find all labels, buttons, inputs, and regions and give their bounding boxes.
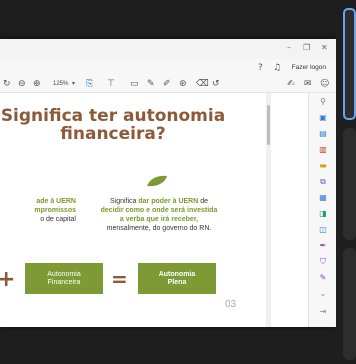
help-icon[interactable]: ?: [258, 63, 263, 73]
mail-icon[interactable]: ✉: [304, 79, 312, 89]
comment-icon[interactable]: ▭: [130, 79, 139, 89]
slide-title: Significa ter autonomia financeira?: [0, 107, 228, 143]
box2-line-1: Autonomia: [158, 271, 196, 278]
right-text-line-1: Significa dar poder à UERN de: [84, 197, 234, 206]
plus-sign: +: [0, 267, 16, 292]
right-column-text: Significa dar poder à UERN de decidir co…: [84, 197, 234, 233]
scan-icon[interactable]: ◨: [318, 209, 328, 219]
toolbar: ? ♫ Fazer logon ↻ ⊖ ⊕ 125% ▾ ⎘ ⊤ ▭ ✎ ✐ ⊛…: [0, 59, 336, 93]
sign-in-link[interactable]: Fazer logon: [292, 64, 326, 71]
zoom-level[interactable]: 125%: [53, 81, 68, 87]
fill-sign-icon[interactable]: ✒: [318, 241, 328, 251]
close-button[interactable]: ✕: [321, 43, 328, 52]
restore-button[interactable]: ❐: [303, 43, 310, 52]
protect-icon[interactable]: ◫: [318, 225, 328, 235]
minimize-button[interactable]: –: [287, 43, 291, 52]
bell-icon[interactable]: ♫: [273, 63, 281, 73]
stamp-icon[interactable]: ⊛: [179, 79, 187, 89]
slide-title-line-1: Significa ter autonomia: [0, 106, 226, 126]
zoom-out-icon[interactable]: ⊖: [18, 79, 26, 89]
rotate-icon[interactable]: ↺: [212, 79, 220, 89]
page-number: 03: [225, 299, 237, 310]
right-text-suffix: de: [198, 198, 209, 205]
autonomia-plena-box: Autonomia Plena: [138, 263, 216, 294]
organize-pages-icon[interactable]: ▦: [318, 193, 328, 203]
box1-line-2: Financeira: [47, 279, 81, 286]
leaf-icon: [147, 175, 167, 187]
pdf-page: Significa ter autonomia financeira? ade …: [0, 93, 266, 327]
more-tools-icon[interactable]: ⌄: [318, 289, 328, 299]
export-pdf-icon[interactable]: ▣: [318, 113, 328, 123]
edit-pdf-icon[interactable]: ▥: [318, 145, 328, 155]
tools-side-panel: ⚲ ▣ ▤ ▥ ▬ ⧉ ▦ ◨ ◫ ✒ ⛉ ✎ ⌄ ⇥: [308, 93, 336, 327]
vertical-scrollbar[interactable]: [266, 93, 271, 327]
create-pdf-icon[interactable]: ▤: [318, 129, 328, 139]
highlight-icon[interactable]: ✎: [147, 79, 155, 89]
comment-tool-icon[interactable]: ▬: [318, 161, 328, 171]
equals-sign: =: [111, 267, 128, 291]
draw-icon[interactable]: ✐: [163, 79, 171, 89]
pdf-viewer-window: – ❐ ✕ ? ♫ Fazer logon ↻ ⊖ ⊕ 125% ▾ ⎘ ⊤ ▭…: [0, 39, 336, 327]
autonomia-financeira-box: Autonomia Financeira: [25, 263, 103, 294]
signature-icon[interactable]: ✎: [318, 273, 328, 283]
shield-icon[interactable]: ⛉: [318, 257, 328, 267]
desktop-card-top[interactable]: [343, 8, 356, 120]
right-text-prefix: Significa: [109, 198, 139, 205]
desktop-card-middle[interactable]: [343, 128, 356, 240]
search-icon[interactable]: ⚲: [318, 97, 328, 107]
collapse-panel-icon[interactable]: ⇥: [318, 307, 328, 317]
left-text-line-1: ade à UERN: [36, 198, 76, 205]
zoom-in-icon[interactable]: ⊕: [33, 79, 41, 89]
right-text-line-4: mensalmente, do governo do RN.: [106, 225, 212, 232]
left-column-text: ade à UERN mpromissos o de capital: [0, 197, 76, 224]
toolbar-bottom-row: ↻ ⊖ ⊕ 125% ▾ ⎘ ⊤ ▭ ✎ ✐ ⊛ ⌫ ↺ ✍ ✉ ☺: [0, 75, 336, 93]
right-text-line-2: decidir como e onde será investida: [100, 207, 218, 214]
toolbar-top-row: ? ♫ Fazer logon: [0, 59, 336, 75]
document-area: Significa ter autonomia financeira? ade …: [0, 93, 271, 327]
box1-line-1: Autonomia: [47, 271, 81, 278]
slide-title-line-2: financeira?: [60, 124, 166, 144]
scroll-mode-icon[interactable]: ⊤: [107, 79, 115, 89]
box2-line-2: Plena: [167, 279, 187, 286]
combine-files-icon[interactable]: ⧉: [318, 177, 328, 187]
title-bar: – ❐ ✕: [0, 39, 336, 59]
zoom-dropdown-icon[interactable]: ▾: [72, 79, 75, 89]
scroll-thumb[interactable]: [267, 105, 270, 145]
sign-icon[interactable]: ✍: [287, 79, 295, 89]
page-fit-icon[interactable]: ⎘: [86, 79, 93, 89]
right-text-line-3: a verba que irá receber,: [119, 216, 199, 223]
left-text-line-2: mpromissos: [34, 207, 76, 214]
account-icon[interactable]: ☺: [320, 79, 329, 89]
desktop-card-bottom[interactable]: [343, 248, 356, 360]
left-text-line-3: o de capital: [40, 216, 76, 223]
hand-tool-icon[interactable]: ↻: [3, 79, 11, 89]
trash-icon[interactable]: ⌫: [196, 79, 209, 89]
right-text-bold: dar poder à UERN: [138, 198, 199, 205]
